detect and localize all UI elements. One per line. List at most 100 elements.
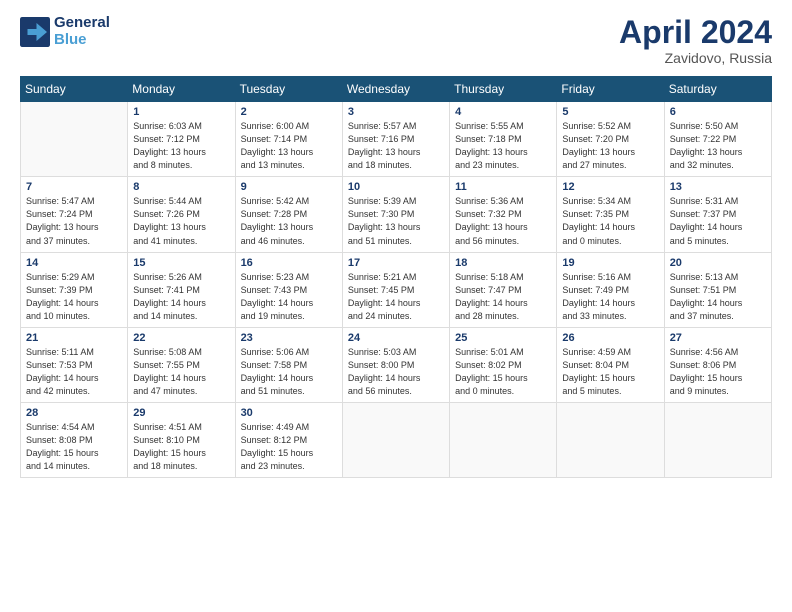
day-info: Sunrise: 5:16 AM Sunset: 7:49 PM Dayligh… — [562, 271, 658, 323]
day-info: Sunrise: 5:18 AM Sunset: 7:47 PM Dayligh… — [455, 271, 551, 323]
calendar-day-cell: 7 Sunrise: 5:47 AM Sunset: 7:24 PM Daylig… — [21, 177, 128, 252]
page: General Blue April 2024 Zavidovo, Russia… — [0, 0, 792, 612]
calendar-day-cell: 10 Sunrise: 5:39 AM Sunset: 7:30 PM Dayli… — [342, 177, 449, 252]
day-info: Sunrise: 5:47 AM Sunset: 7:24 PM Dayligh… — [26, 195, 122, 247]
calendar-week-row: 28 Sunrise: 4:54 AM Sunset: 8:08 PM Dayli… — [21, 402, 772, 477]
day-number: 14 — [26, 257, 122, 269]
header: General Blue April 2024 Zavidovo, Russia — [20, 15, 772, 66]
logo-icon — [20, 17, 50, 47]
logo: General Blue — [20, 15, 110, 48]
day-number: 21 — [26, 332, 122, 344]
day-info: Sunrise: 5:08 AM Sunset: 7:55 PM Dayligh… — [133, 346, 229, 398]
day-number: 7 — [26, 181, 122, 193]
day-info: Sunrise: 4:54 AM Sunset: 8:08 PM Dayligh… — [26, 421, 122, 473]
calendar-table: SundayMondayTuesdayWednesdayThursdayFrid… — [20, 76, 772, 478]
day-number: 20 — [670, 257, 766, 269]
day-info: Sunrise: 5:06 AM Sunset: 7:58 PM Dayligh… — [241, 346, 337, 398]
logo-text: General Blue — [54, 15, 110, 48]
day-number: 4 — [455, 106, 551, 118]
calendar-day-cell: 21 Sunrise: 5:11 AM Sunset: 7:53 PM Dayli… — [21, 327, 128, 402]
calendar-week-row: 14 Sunrise: 5:29 AM Sunset: 7:39 PM Dayli… — [21, 252, 772, 327]
calendar-day-cell — [557, 402, 664, 477]
day-number: 15 — [133, 257, 229, 269]
day-info: Sunrise: 5:39 AM Sunset: 7:30 PM Dayligh… — [348, 195, 444, 247]
day-info: Sunrise: 5:21 AM Sunset: 7:45 PM Dayligh… — [348, 271, 444, 323]
day-info: Sunrise: 5:29 AM Sunset: 7:39 PM Dayligh… — [26, 271, 122, 323]
day-info: Sunrise: 5:26 AM Sunset: 7:41 PM Dayligh… — [133, 271, 229, 323]
day-number: 16 — [241, 257, 337, 269]
day-info: Sunrise: 5:13 AM Sunset: 7:51 PM Dayligh… — [670, 271, 766, 323]
weekday-header: Sunday — [21, 77, 128, 102]
day-number: 2 — [241, 106, 337, 118]
calendar-day-cell: 12 Sunrise: 5:34 AM Sunset: 7:35 PM Dayli… — [557, 177, 664, 252]
day-info: Sunrise: 4:56 AM Sunset: 8:06 PM Dayligh… — [670, 346, 766, 398]
calendar-day-cell: 6Sunrise: 5:50 AM Sunset: 7:22 PM Daylig… — [664, 102, 771, 177]
calendar-day-cell: 15 Sunrise: 5:26 AM Sunset: 7:41 PM Dayli… — [128, 252, 235, 327]
day-number: 17 — [348, 257, 444, 269]
day-info: Sunrise: 5:31 AM Sunset: 7:37 PM Dayligh… — [670, 195, 766, 247]
day-info: Sunrise: 5:42 AM Sunset: 7:28 PM Dayligh… — [241, 195, 337, 247]
calendar-day-cell: 4 Sunrise: 5:55 AM Sunset: 7:18 PM Daylig… — [450, 102, 557, 177]
day-number: 23 — [241, 332, 337, 344]
weekday-header: Friday — [557, 77, 664, 102]
day-number: 8 — [133, 181, 229, 193]
day-info: Sunrise: 5:57 AM Sunset: 7:16 PM Dayligh… — [348, 120, 444, 172]
month-title: April 2024 — [619, 15, 772, 50]
calendar-day-cell: 22 Sunrise: 5:08 AM Sunset: 7:55 PM Dayli… — [128, 327, 235, 402]
calendar-day-cell: 23 Sunrise: 5:06 AM Sunset: 7:58 PM Dayli… — [235, 327, 342, 402]
day-number: 3 — [348, 106, 444, 118]
day-info: Sunrise: 4:51 AM Sunset: 8:10 PM Dayligh… — [133, 421, 229, 473]
day-number: 19 — [562, 257, 658, 269]
day-number: 10 — [348, 181, 444, 193]
day-number: 27 — [670, 332, 766, 344]
calendar-day-cell: 9 Sunrise: 5:42 AM Sunset: 7:28 PM Daylig… — [235, 177, 342, 252]
day-info: Sunrise: 5:44 AM Sunset: 7:26 PM Dayligh… — [133, 195, 229, 247]
weekday-header: Tuesday — [235, 77, 342, 102]
calendar-header-row: SundayMondayTuesdayWednesdayThursdayFrid… — [21, 77, 772, 102]
calendar-day-cell: 19 Sunrise: 5:16 AM Sunset: 7:49 PM Dayli… — [557, 252, 664, 327]
weekday-header: Saturday — [664, 77, 771, 102]
calendar-day-cell: 29Sunrise: 4:51 AM Sunset: 8:10 PM Dayli… — [128, 402, 235, 477]
day-number: 13 — [670, 181, 766, 193]
calendar-day-cell: 16 Sunrise: 5:23 AM Sunset: 7:43 PM Dayli… — [235, 252, 342, 327]
day-info: Sunrise: 5:52 AM Sunset: 7:20 PM Dayligh… — [562, 120, 658, 172]
day-number: 18 — [455, 257, 551, 269]
day-info: Sunrise: 6:03 AM Sunset: 7:12 PM Dayligh… — [133, 120, 229, 172]
day-number: 28 — [26, 407, 122, 419]
calendar-day-cell: 24Sunrise: 5:03 AM Sunset: 8:00 PM Dayli… — [342, 327, 449, 402]
title-block: April 2024 Zavidovo, Russia — [619, 15, 772, 66]
calendar-day-cell: 11 Sunrise: 5:36 AM Sunset: 7:32 PM Dayli… — [450, 177, 557, 252]
day-info: Sunrise: 5:34 AM Sunset: 7:35 PM Dayligh… — [562, 195, 658, 247]
calendar-day-cell: 8 Sunrise: 5:44 AM Sunset: 7:26 PM Daylig… — [128, 177, 235, 252]
day-info: Sunrise: 5:11 AM Sunset: 7:53 PM Dayligh… — [26, 346, 122, 398]
day-info: Sunrise: 5:03 AM Sunset: 8:00 PM Dayligh… — [348, 346, 444, 398]
day-number: 25 — [455, 332, 551, 344]
calendar-week-row: 21 Sunrise: 5:11 AM Sunset: 7:53 PM Dayli… — [21, 327, 772, 402]
day-info: Sunrise: 5:01 AM Sunset: 8:02 PM Dayligh… — [455, 346, 551, 398]
day-number: 9 — [241, 181, 337, 193]
location: Zavidovo, Russia — [619, 50, 772, 66]
day-info: Sunrise: 5:50 AM Sunset: 7:22 PM Dayligh… — [670, 120, 766, 172]
weekday-header: Wednesday — [342, 77, 449, 102]
calendar-day-cell: 20 Sunrise: 5:13 AM Sunset: 7:51 PM Dayli… — [664, 252, 771, 327]
day-number: 11 — [455, 181, 551, 193]
day-info: Sunrise: 5:23 AM Sunset: 7:43 PM Dayligh… — [241, 271, 337, 323]
calendar-day-cell: 2 Sunrise: 6:00 AM Sunset: 7:14 PM Daylig… — [235, 102, 342, 177]
calendar-day-cell: 18 Sunrise: 5:18 AM Sunset: 7:47 PM Dayli… — [450, 252, 557, 327]
calendar-week-row: 7 Sunrise: 5:47 AM Sunset: 7:24 PM Daylig… — [21, 177, 772, 252]
day-number: 1 — [133, 106, 229, 118]
calendar-day-cell: 26Sunrise: 4:59 AM Sunset: 8:04 PM Dayli… — [557, 327, 664, 402]
day-info: Sunrise: 5:55 AM Sunset: 7:18 PM Dayligh… — [455, 120, 551, 172]
calendar-day-cell: 1 Sunrise: 6:03 AM Sunset: 7:12 PM Daylig… — [128, 102, 235, 177]
weekday-header: Monday — [128, 77, 235, 102]
calendar-day-cell: 13 Sunrise: 5:31 AM Sunset: 7:37 PM Dayli… — [664, 177, 771, 252]
day-number: 22 — [133, 332, 229, 344]
calendar-day-cell: 14 Sunrise: 5:29 AM Sunset: 7:39 PM Dayli… — [21, 252, 128, 327]
day-info: Sunrise: 5:36 AM Sunset: 7:32 PM Dayligh… — [455, 195, 551, 247]
day-number: 12 — [562, 181, 658, 193]
calendar-day-cell — [450, 402, 557, 477]
calendar-day-cell: 27 Sunrise: 4:56 AM Sunset: 8:06 PM Dayli… — [664, 327, 771, 402]
day-info: Sunrise: 6:00 AM Sunset: 7:14 PM Dayligh… — [241, 120, 337, 172]
day-number: 30 — [241, 407, 337, 419]
calendar-week-row: 1 Sunrise: 6:03 AM Sunset: 7:12 PM Daylig… — [21, 102, 772, 177]
